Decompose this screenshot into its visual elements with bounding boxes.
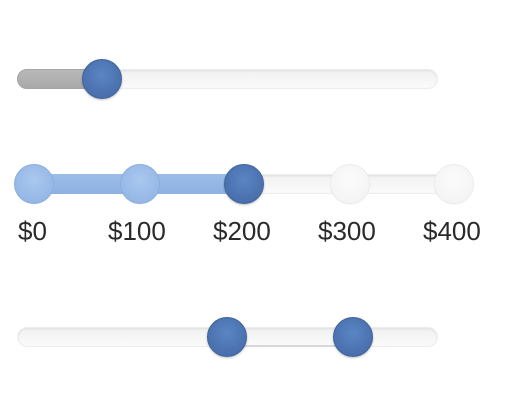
step-marker-400[interactable] — [434, 164, 474, 204]
tick-label: $100 — [108, 216, 166, 246]
tick-label: $300 — [318, 216, 376, 246]
range-low-handle[interactable] — [207, 317, 247, 357]
slider-handle[interactable] — [82, 59, 122, 99]
single-value-slider[interactable] — [0, 0, 512, 120]
range-slider[interactable] — [0, 290, 512, 390]
stepped-price-slider[interactable]: $0 $100 $200 $300 $400 — [0, 140, 512, 270]
range-high-handle[interactable] — [333, 317, 373, 357]
step-marker-300[interactable] — [330, 164, 370, 204]
tick-label: $0 — [18, 216, 47, 246]
stepped-slider-handle[interactable] — [224, 164, 264, 204]
step-marker-0[interactable] — [14, 164, 54, 204]
tick-label: $200 — [213, 216, 271, 246]
step-marker-100[interactable] — [120, 164, 160, 204]
tick-label: $400 — [423, 216, 481, 246]
